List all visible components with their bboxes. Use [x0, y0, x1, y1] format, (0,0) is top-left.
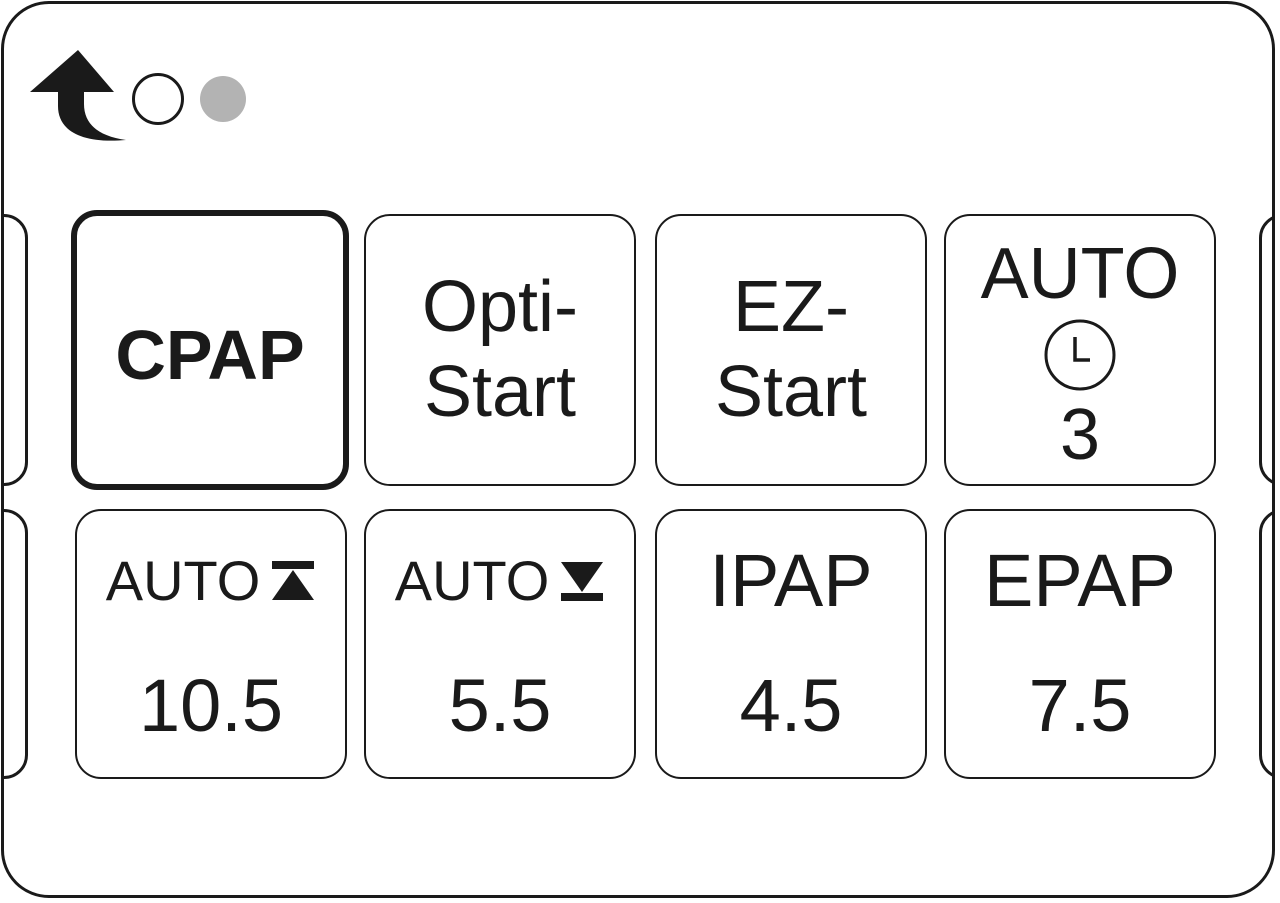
setting-value: 7.5	[1028, 664, 1132, 747]
min-limit-icon	[561, 562, 604, 601]
setting-tile-auto-max[interactable]: AUTO 10.5	[75, 509, 347, 779]
setting-header: AUTO	[77, 553, 345, 609]
back-arrow-icon[interactable]	[28, 48, 128, 144]
setting-value: 5.5	[448, 664, 552, 747]
setting-tile-auto-min[interactable]: AUTO 5.5	[364, 509, 636, 779]
previous-tile-edge[interactable]	[4, 509, 28, 779]
setting-value: 10.5	[138, 664, 284, 747]
setting-label: AUTO	[105, 549, 261, 612]
setting-label: EPAP	[984, 539, 1176, 622]
page-indicator-dot-1[interactable]	[132, 73, 184, 125]
mode-label-auto: AUTO	[980, 234, 1180, 314]
mode-tile-opti-start[interactable]: Opti- Start	[364, 214, 636, 486]
setting-label: IPAP	[709, 539, 873, 622]
mode-label-line1: Opti-	[421, 267, 579, 347]
next-tile-edge[interactable]	[1259, 214, 1272, 486]
setting-tile-epap[interactable]: EPAP 7.5	[944, 509, 1216, 779]
clock-icon	[1044, 319, 1116, 391]
setting-label: AUTO	[394, 549, 550, 612]
setting-value: 4.5	[739, 664, 843, 747]
previous-tile-edge[interactable]	[4, 214, 28, 486]
mode-label-line2: Start	[714, 352, 868, 432]
device-screen: CPAP Opti- Start EZ- Start AUTO 3 AUTO 1…	[1, 1, 1275, 898]
mode-label: CPAP	[115, 316, 305, 394]
mode-tile-cpap[interactable]: CPAP	[71, 210, 349, 490]
max-limit-icon	[272, 561, 315, 600]
setting-header: AUTO	[366, 553, 634, 609]
mode-tile-ez-start[interactable]: EZ- Start	[655, 214, 927, 486]
next-tile-edge[interactable]	[1259, 509, 1272, 779]
mode-label-line2: Start	[423, 352, 577, 432]
mode-tile-auto-timer[interactable]: AUTO 3	[944, 214, 1216, 486]
page-indicator-dot-2[interactable]	[200, 76, 246, 122]
setting-tile-ipap[interactable]: IPAP 4.5	[655, 509, 927, 779]
mode-label-line1: EZ-	[733, 267, 849, 347]
timer-value: 3	[1059, 395, 1101, 475]
